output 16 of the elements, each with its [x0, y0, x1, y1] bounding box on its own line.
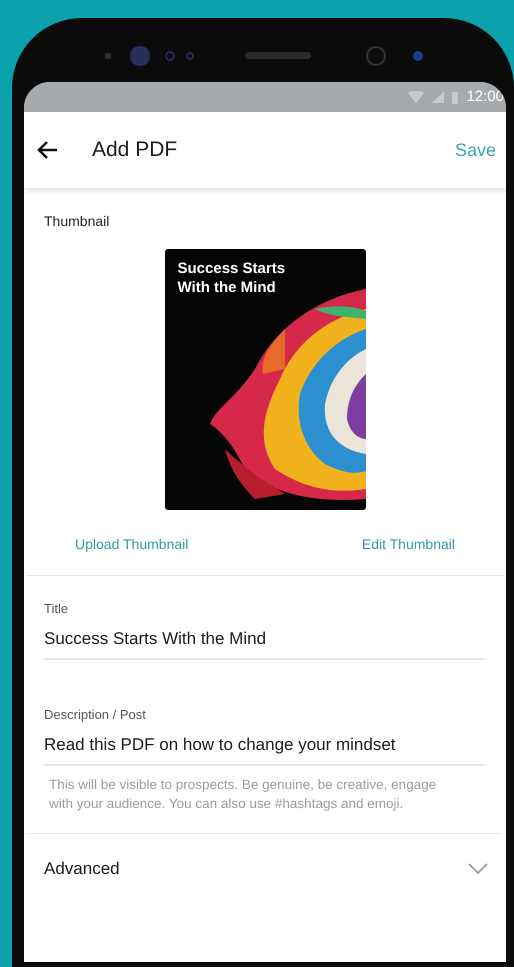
section-heading: Advanced — [44, 858, 120, 880]
battery-icon — [452, 90, 458, 104]
text-field[interactable]: Success Starts With the Mind — [44, 626, 485, 660]
back-arrow-icon — [36, 140, 58, 160]
helper-text: This will be visible to prospects. Be genuine, be creative, engage with your audience. You can also use #hashtags and emoji. — [48, 776, 438, 813]
save-button[interactable]: Save — [454, 136, 496, 164]
screen-title: Add PDF — [92, 137, 178, 164]
section-label: Thumbnail — [44, 212, 110, 231]
signal-icon — [432, 91, 444, 103]
field-label: Title — [44, 600, 70, 618]
field-label: Description / Post — [44, 706, 147, 724]
thumbnail-link[interactable]: Edit Thumbnail — [362, 534, 455, 555]
text-field[interactable]: Read this PDF on how to change your mindset — [44, 732, 485, 766]
cover-title: Success Starts With the Mind — [176, 259, 286, 297]
wifi-icon — [408, 91, 424, 103]
thumbnail-link[interactable]: Upload Thumbnail — [75, 534, 188, 555]
